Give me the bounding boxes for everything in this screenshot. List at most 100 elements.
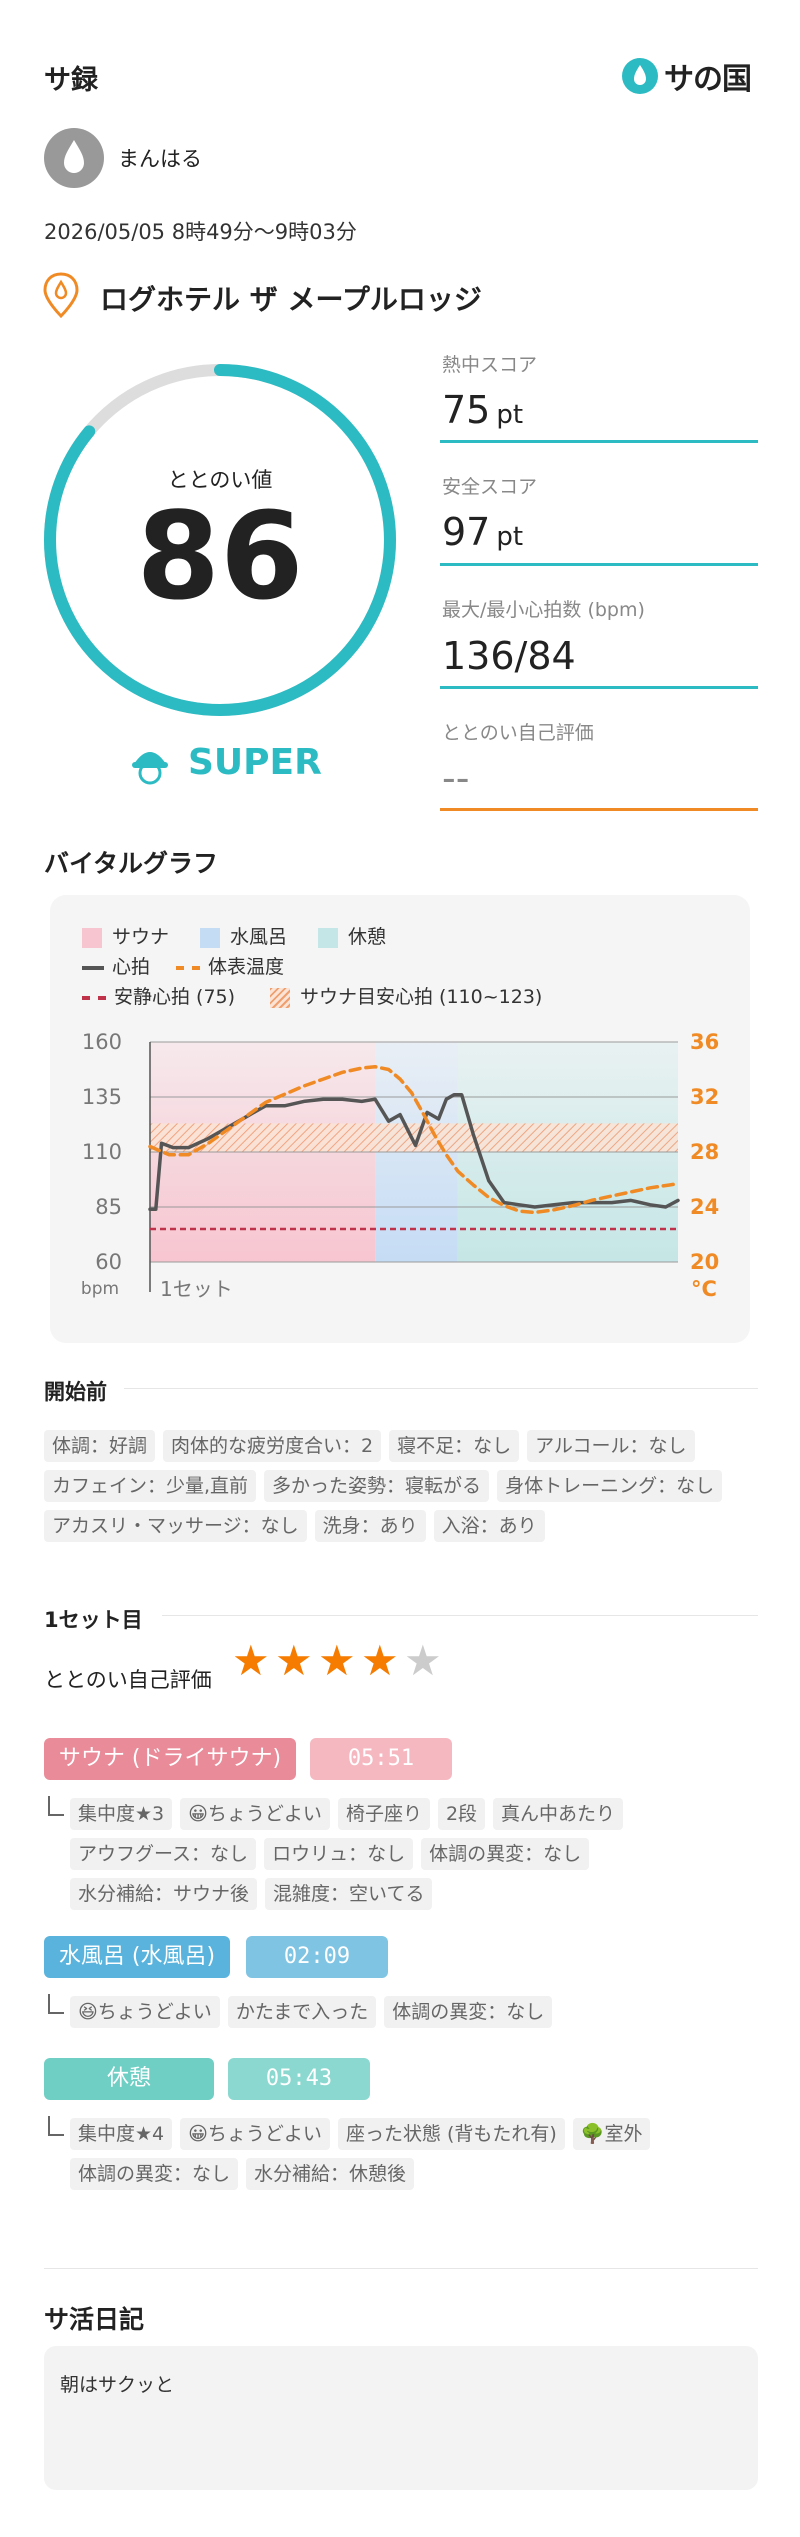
diary-box[interactable]: 朝はサクッと xyxy=(44,2346,758,2490)
divider xyxy=(44,2268,758,2269)
tag-chip: 洗身：あり xyxy=(314,1510,426,1542)
tag-chip: アカスリ・マッサージ：なし xyxy=(44,1510,307,1542)
star-filled-icon[interactable]: ★ xyxy=(232,1640,270,1682)
y-right-tick-label: 20 xyxy=(690,1250,719,1274)
metric-label-heat: 熱中スコア xyxy=(442,354,538,376)
tag-chip: 😀ちょうどよい xyxy=(180,2118,330,2150)
metric-underline-orange xyxy=(440,808,758,811)
step-kyukei-time: 05:43 xyxy=(228,2058,370,2100)
diary-title: サ活日記 xyxy=(44,2305,145,2334)
tag-chip: 体調：好調 xyxy=(44,1430,156,1462)
legend-sauna: サウナ xyxy=(82,922,169,949)
score-value: 86 xyxy=(136,488,304,627)
metric-value-heat: 75 pt xyxy=(442,388,524,432)
star-filled-icon[interactable]: ★ xyxy=(275,1640,313,1682)
brand-logo[interactable]: サの国 xyxy=(622,54,752,98)
y-right-tick-label: 24 xyxy=(690,1195,719,1219)
step-sauna-time: 05:51 xyxy=(310,1738,452,1780)
metric-value-heartrate: 136/84 xyxy=(442,634,576,678)
tag-chip: アルコール：なし xyxy=(527,1430,695,1462)
before-chips: 体調：好調 肉体的な疲労度合い：2 寝不足：なし アルコール：なしカフェイン：少量,直… xyxy=(44,1430,764,1550)
tag-chip: 🌳室外 xyxy=(572,2118,651,2150)
before-title: 開始前 xyxy=(44,1380,107,1404)
tag-chip: 体調の異変：なし xyxy=(70,2158,239,2190)
indent-corner xyxy=(48,2116,64,2136)
y-left-tick-label: 135 xyxy=(82,1085,122,1109)
metric-underline xyxy=(440,440,758,443)
super-rank-icon xyxy=(130,742,170,790)
user-name[interactable]: まんはる xyxy=(118,143,202,173)
legend-kyukei: 休憩 xyxy=(318,922,386,949)
legend-rest-hr: 安静心拍 (75) xyxy=(82,982,235,1009)
step-mizuburo-time: 02:09 xyxy=(246,1936,388,1978)
vital-chart: 160 135 110 85 60 36 32 28 24 20 bpm °C 1セット xyxy=(81,1030,719,1301)
tag-chip: 😀ちょうどよい xyxy=(180,1798,330,1830)
tag-chip: 真ん中あたり xyxy=(493,1798,624,1830)
tag-chip: 混雑度：空いてる xyxy=(265,1878,433,1910)
tag-chip: かたまで入った xyxy=(227,1996,377,2028)
metric-value-safety: 97 pt xyxy=(442,510,524,554)
water-drop-avatar-icon xyxy=(64,140,84,173)
metric-underline xyxy=(440,686,758,689)
step-sauna-chips: 集中度★3 😀ちょうどよい 椅子座り 2段 真ん中あたりアウフグース：なし ロウリュ：なし… xyxy=(70,1798,790,1918)
y-right-unit: °C xyxy=(691,1277,717,1301)
metric-label-safety: 安全スコア xyxy=(442,476,538,498)
tag-chip: アウフグース：なし xyxy=(70,1838,257,1870)
tag-chip: 椅子座り xyxy=(337,1798,430,1830)
divider xyxy=(162,1615,758,1616)
step-mizuburo-label: 水風呂 (水風呂) xyxy=(44,1936,230,1978)
tag-chip: 集中度★3 xyxy=(70,1798,173,1830)
brand-name: サの国 xyxy=(664,62,752,97)
metric-label-heartrate: 最大/最小心拍数 (bpm) xyxy=(442,599,645,621)
tag-chip: 座った状態 (背もたれ有) xyxy=(337,2118,565,2150)
vital-title: バイタルグラフ xyxy=(44,849,219,878)
tag-chip: 水分補給：サウナ後 xyxy=(70,1878,258,1910)
tag-chip: 水分補給：休憩後 xyxy=(246,2158,415,2190)
rating-label: ととのい自己評価 xyxy=(44,1668,212,1692)
tag-chip: ロウリュ：なし xyxy=(264,1838,414,1870)
tag-chip: 体調の異変：なし xyxy=(421,1838,590,1870)
y-right-tick-label: 32 xyxy=(690,1085,719,1109)
page-title: サ録 xyxy=(44,65,98,96)
legend-heart: 心拍 xyxy=(82,952,150,979)
set1-title: 1セット目 xyxy=(44,1608,143,1632)
divider xyxy=(124,1388,758,1389)
legend-mizuburo: 水風呂 xyxy=(200,922,287,949)
indent-corner xyxy=(48,1994,64,2014)
metric-underline xyxy=(440,563,758,566)
legend-temp: 体表温度 xyxy=(176,952,284,979)
star-filled-icon[interactable]: ★ xyxy=(318,1640,356,1682)
legend-safe-zone: サウナ目安心拍 (110~123) xyxy=(270,982,542,1009)
tag-chip: 身体トレーニング：なし xyxy=(497,1470,723,1502)
y-left-tick-label: 160 xyxy=(82,1030,122,1054)
avatar[interactable] xyxy=(44,128,104,188)
tag-chip: 集中度★4 xyxy=(70,2118,173,2150)
tag-chip: 入浴：あり xyxy=(433,1510,545,1542)
tag-chip: 体調の異変：なし xyxy=(384,1996,553,2028)
session-datetime: 2026/05/05 8時49分〜9時03分 xyxy=(44,220,357,244)
tag-chip: 多かった姿勢：寝転がる xyxy=(264,1470,490,1502)
y-left-unit: bpm xyxy=(81,1279,119,1299)
tag-chip: 2段 xyxy=(437,1798,486,1830)
y-right-tick-label: 28 xyxy=(690,1140,719,1164)
score-rank: SUPER xyxy=(188,742,322,783)
tag-chip: 😆ちょうどよい xyxy=(70,1996,220,2028)
y-left-tick-label: 60 xyxy=(95,1250,122,1274)
star-filled-icon[interactable]: ★ xyxy=(361,1640,399,1682)
facility-name[interactable]: ログホテル ザ メープルロッジ xyxy=(100,278,482,318)
x-set-label: 1セット xyxy=(160,1277,233,1301)
metric-value-self-rating[interactable]: -- xyxy=(442,756,469,800)
tag-chip: 肉体的な疲労度合い：2 xyxy=(163,1430,382,1462)
facility-pin-icon xyxy=(42,272,80,322)
tag-chip: カフェイン：少量,直前 xyxy=(44,1470,257,1502)
step-sauna-label: サウナ (ドライサウナ) xyxy=(44,1738,296,1780)
y-left-tick-label: 110 xyxy=(82,1140,122,1164)
metric-label-self-rating: ととのい自己評価 xyxy=(442,722,594,744)
indent-corner xyxy=(48,1796,64,1816)
star-empty-icon[interactable]: ★ xyxy=(404,1640,442,1682)
y-right-tick-label: 36 xyxy=(690,1030,719,1054)
y-left-tick-label: 85 xyxy=(95,1195,122,1219)
water-drop-icon xyxy=(622,58,658,94)
step-kyukei-label: 休憩 xyxy=(44,2058,214,2100)
diary-text: 朝はサクッと xyxy=(60,2374,175,2396)
